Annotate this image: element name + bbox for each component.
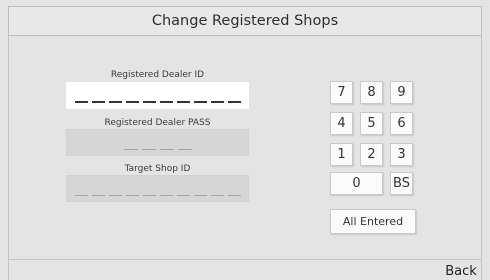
mask-dash: [193, 194, 207, 196]
backspace-key[interactable]: BS: [390, 172, 413, 195]
mask-dash: [142, 101, 156, 103]
key-8[interactable]: 8: [360, 81, 383, 104]
mask-dash: [108, 194, 122, 196]
mask-dash: [177, 148, 192, 150]
mask-dash: [159, 148, 174, 150]
mask-dash: [91, 194, 105, 196]
key-0[interactable]: 0: [330, 172, 383, 195]
left-border: [8, 6, 9, 280]
dealer-id-label: Registered Dealer ID: [110, 70, 205, 80]
dealer-pass-label: Registered Dealer PASS: [104, 118, 211, 128]
mask-dash: [142, 194, 156, 196]
dealer-id-field[interactable]: [66, 82, 249, 109]
key-4[interactable]: 4: [330, 112, 353, 135]
target-shop-id-mask: [67, 194, 248, 196]
all-entered-button[interactable]: All Entered: [330, 209, 416, 234]
mask-dash: [125, 194, 139, 196]
mask-dash: [74, 101, 88, 103]
mask-dash: [193, 101, 207, 103]
key-1[interactable]: 1: [330, 143, 353, 166]
target-shop-id-label: Target Shop ID: [124, 164, 191, 174]
target-shop-id-field[interactable]: [66, 175, 249, 202]
change-registered-shops-screen: Change Registered Shops Registered Deale…: [0, 0, 490, 280]
key-6[interactable]: 6: [390, 112, 413, 135]
key-5[interactable]: 5: [360, 112, 383, 135]
key-3[interactable]: 3: [390, 143, 413, 166]
mask-dash: [123, 148, 138, 150]
mask-dash: [159, 101, 173, 103]
dealer-id-mask: [67, 101, 248, 103]
key-7[interactable]: 7: [330, 81, 353, 104]
mask-dash: [125, 101, 139, 103]
mask-dash: [159, 194, 173, 196]
mask-dash: [227, 194, 241, 196]
key-9[interactable]: 9: [390, 81, 413, 104]
mask-dash: [210, 194, 224, 196]
mask-dash: [74, 194, 88, 196]
dealer-pass-field[interactable]: [66, 129, 249, 156]
mask-dash: [108, 101, 122, 103]
page-title: Change Registered Shops: [8, 6, 482, 36]
mask-dash: [176, 101, 190, 103]
right-border: [481, 6, 482, 280]
back-button[interactable]: Back: [432, 262, 490, 280]
key-2[interactable]: 2: [360, 143, 383, 166]
mask-dash: [91, 101, 105, 103]
mask-dash: [210, 101, 224, 103]
dealer-pass-mask: [67, 148, 248, 150]
mask-dash: [141, 148, 156, 150]
mask-dash: [176, 194, 190, 196]
footer-divider: [8, 259, 482, 260]
mask-dash: [227, 101, 241, 103]
